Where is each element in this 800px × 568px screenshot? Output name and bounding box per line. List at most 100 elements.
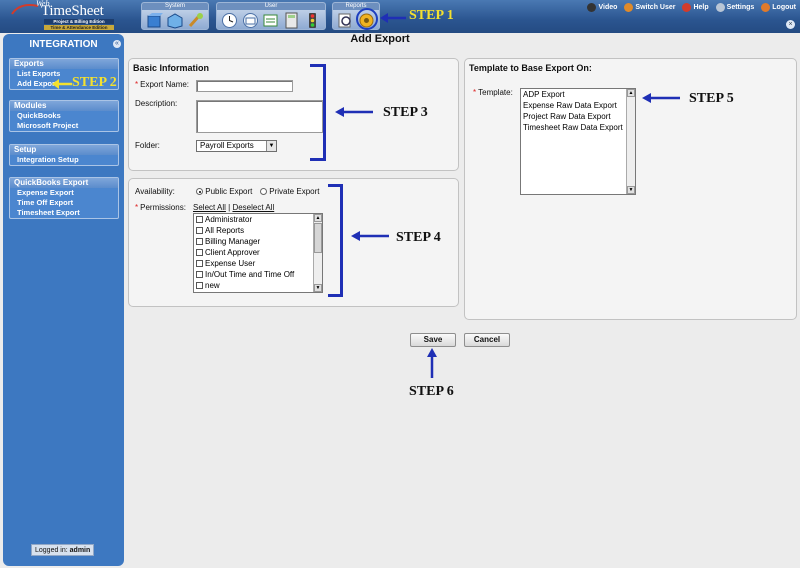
calculator-icon[interactable] (283, 12, 300, 29)
permission-label: All Reports (205, 226, 245, 235)
switch-user-link[interactable]: Switch User (624, 3, 675, 12)
permission-item[interactable]: Client Approver (194, 247, 322, 258)
template-option[interactable]: Timesheet Raw Data Export (521, 122, 635, 133)
help-link[interactable]: Help (682, 3, 709, 12)
logged-in-label: Logged in: (35, 547, 68, 554)
permission-checkbox[interactable] (196, 282, 203, 290)
basic-information-title: Basic Information (133, 63, 210, 73)
sidebar-item-time-off-export[interactable]: Time Off Export (10, 198, 118, 208)
select-links-separator: | (228, 203, 231, 212)
permissions-label: * Permissions: (135, 203, 186, 212)
mail-icon[interactable] (242, 12, 259, 29)
permission-label: new (205, 281, 220, 290)
step2-label: STEP 2 (72, 75, 117, 90)
header-close-icon[interactable]: × (786, 20, 795, 29)
logout-link-label: Logout (772, 4, 796, 11)
scroll-up-icon[interactable]: ▲ (314, 214, 322, 222)
template-panel: Template to Base Export On: * Template: A… (464, 58, 797, 320)
traffic-light-icon[interactable] (304, 12, 321, 29)
public-export-radio[interactable] (196, 188, 203, 196)
video-link[interactable]: Video (587, 3, 617, 12)
settings-link-label: Settings (726, 4, 755, 11)
sidebar-item-quickbooks[interactable]: QuickBooks (10, 111, 118, 121)
export-name-label-text: Export Name: (140, 80, 190, 89)
scroll-down-icon[interactable]: ▼ (314, 284, 322, 292)
report-magnifier-icon[interactable] (337, 12, 354, 29)
permission-item[interactable]: new (194, 280, 322, 291)
permission-item[interactable]: Billing Manager (194, 236, 322, 247)
cancel-button[interactable]: Cancel (464, 333, 510, 347)
template-panel-title: Template to Base Export On: (469, 63, 592, 73)
select-all-link[interactable]: Select All (193, 203, 226, 212)
notes-icon[interactable] (262, 12, 279, 29)
system-group-label: System (142, 3, 208, 10)
private-export-label: Private Export (269, 187, 320, 196)
permissions-list[interactable]: Administrator All Reports Billing Manage… (193, 213, 323, 293)
user-menu-group: User (216, 2, 326, 30)
save-button[interactable]: Save (410, 333, 456, 347)
public-export-label: Public Export (205, 187, 253, 196)
step1-label: STEP 1 (409, 8, 454, 23)
system-tools-icon[interactable] (187, 12, 204, 29)
logout-icon (761, 3, 771, 12)
step6-label: STEP 6 (409, 384, 454, 399)
permission-checkbox[interactable] (196, 260, 203, 268)
clock-icon[interactable] (221, 12, 238, 29)
private-export-option[interactable]: Private Export (260, 187, 319, 196)
permission-item[interactable]: In/Out Time and Time Off (194, 269, 322, 280)
deselect-all-link[interactable]: Deselect All (232, 203, 274, 212)
scroll-down-icon[interactable]: ▼ (627, 186, 635, 194)
sidebar-collapse-icon[interactable]: « (113, 40, 121, 48)
permission-label: In/Out Time and Time Off (205, 270, 295, 279)
sidebar-item-integration-setup[interactable]: Integration Setup (10, 155, 118, 165)
sidebar-item-timesheet-export[interactable]: Timesheet Export (10, 208, 118, 218)
sidebar-heading-exports: Exports (10, 59, 118, 69)
permission-item[interactable]: All Reports (194, 225, 322, 236)
public-export-option[interactable]: Public Export (196, 187, 252, 196)
template-option[interactable]: Expense Raw Data Export (521, 100, 635, 111)
permission-checkbox[interactable] (196, 216, 203, 224)
system-box-icon[interactable] (166, 12, 183, 29)
logged-in-status: Logged in: admin (31, 544, 95, 556)
scroll-thumb[interactable] (314, 223, 322, 253)
step1-arrow-icon (380, 13, 406, 23)
permissions-scrollbar[interactable]: ▲ ▼ (313, 214, 322, 292)
sidebar-title: INTEGRATION (29, 39, 98, 50)
permission-item[interactable]: Expense User (194, 258, 322, 269)
template-label: * Template: (473, 88, 513, 97)
logout-link[interactable]: Logout (761, 3, 796, 12)
private-export-radio[interactable] (260, 188, 267, 196)
sidebar-item-microsoft-project[interactable]: Microsoft Project (10, 121, 118, 131)
permission-checkbox[interactable] (196, 238, 203, 246)
template-option[interactable]: Project Raw Data Export (521, 111, 635, 122)
step5-arrow-icon (642, 93, 680, 103)
chevron-down-icon: ▼ (266, 141, 276, 151)
template-option[interactable]: ADP Export (521, 89, 635, 100)
step3-bracket (310, 64, 326, 161)
description-textarea[interactable] (196, 100, 323, 133)
user-group-label: User (217, 3, 325, 10)
step4-arrow-icon (351, 231, 389, 241)
switch-user-icon (624, 3, 634, 12)
system-cube-icon[interactable] (146, 12, 163, 29)
scroll-up-icon[interactable]: ▲ (627, 89, 635, 97)
permission-item[interactable]: Administrator (194, 214, 322, 225)
folder-select[interactable]: Payroll Exports ▼ (196, 140, 277, 152)
description-label: Description: (135, 99, 178, 108)
step4-label: STEP 4 (396, 230, 441, 245)
logged-in-user: admin (69, 547, 91, 554)
permissions-label-text: Permissions: (140, 203, 186, 212)
app-logo[interactable]: Web TimeSheet Project & Billing Edition … (8, 0, 114, 32)
template-list[interactable]: ADP Export Expense Raw Data Export Proje… (520, 88, 636, 195)
sidebar-heading-quickbooks-export: QuickBooks Export (10, 178, 118, 188)
permission-checkbox[interactable] (196, 249, 203, 257)
export-name-input[interactable] (196, 80, 293, 92)
permission-checkbox[interactable] (196, 271, 203, 279)
sidebar-item-expense-export[interactable]: Expense Export (10, 188, 118, 198)
permission-checkbox[interactable] (196, 227, 203, 235)
required-marker: * (135, 203, 139, 212)
template-scrollbar[interactable]: ▲ ▼ (626, 89, 635, 194)
settings-link[interactable]: Settings (715, 3, 755, 12)
switch-user-link-label: Switch User (635, 4, 676, 11)
export-name-label: * Export Name: (135, 80, 189, 89)
